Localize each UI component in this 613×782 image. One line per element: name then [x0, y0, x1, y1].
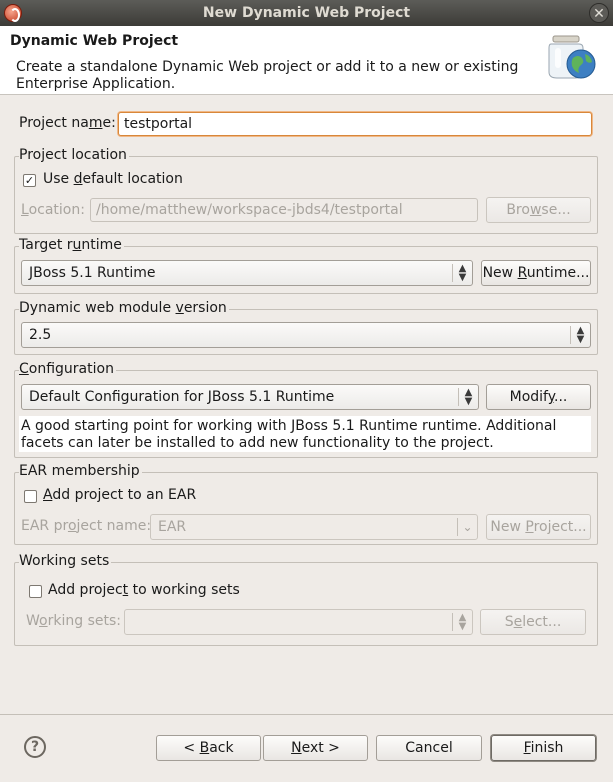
- add-to-ear-label[interactable]: Add project to an EAR: [43, 487, 196, 503]
- module-version-legend: Dynamic web module version: [19, 300, 229, 316]
- ear-project-name-label: EAR project name:: [21, 518, 152, 534]
- cancel-button[interactable]: Cancel: [376, 735, 482, 761]
- updown-arrows-icon: ▲ ▼: [458, 388, 478, 407]
- project-location-legend: Project location: [19, 147, 129, 163]
- footer-separator: [0, 714, 613, 715]
- location-input[interactable]: /home/matthew/workspace-jbds4/testportal: [90, 198, 478, 222]
- location-label: Location:: [21, 202, 85, 218]
- chevron-down-icon: ⌄: [457, 518, 477, 536]
- working-sets-legend: Working sets: [19, 553, 112, 569]
- use-default-location-checkbox[interactable]: ✓: [23, 174, 36, 187]
- target-runtime-legend: Target runtime: [19, 237, 124, 253]
- configuration-select[interactable]: Default Configuration for JBoss 5.1 Runt…: [21, 384, 479, 410]
- configuration-legend: Configuration: [19, 361, 116, 377]
- project-name-label: Project name:: [19, 115, 116, 131]
- window-title: New Dynamic Web Project: [202, 5, 411, 21]
- use-default-location-label[interactable]: Use default location: [43, 171, 183, 187]
- window-title-bar[interactable]: New Dynamic Web Project: [0, 0, 613, 26]
- updown-arrows-icon: ▲ ▼: [452, 264, 472, 283]
- updown-arrows-icon: ▲ ▼: [570, 326, 590, 345]
- help-button[interactable]: ?: [24, 736, 46, 758]
- web-project-jar-icon: [548, 35, 596, 79]
- wizard-page-title: Dynamic Web Project: [10, 33, 179, 49]
- wizard-page-description: Create a standalone Dynamic Web project …: [16, 59, 519, 92]
- add-to-working-sets-checkbox[interactable]: [29, 585, 42, 598]
- configuration-description: A good starting point for working with J…: [19, 416, 591, 452]
- select-working-sets-button[interactable]: Select...: [480, 609, 586, 635]
- eclipse-app-icon[interactable]: [4, 4, 22, 22]
- add-to-ear-checkbox[interactable]: [24, 490, 37, 503]
- working-sets-label: Working sets:: [26, 613, 121, 629]
- working-sets-select[interactable]: ▲ ▼: [124, 609, 473, 635]
- close-window-button[interactable]: ✕: [589, 3, 609, 23]
- module-version-select[interactable]: 2.5 ▲ ▼: [21, 322, 591, 348]
- new-runtime-button[interactable]: New Runtime...: [481, 260, 591, 286]
- add-to-working-sets-label[interactable]: Add project to working sets: [48, 582, 240, 598]
- ear-project-name-select[interactable]: EAR ⌄: [150, 514, 478, 540]
- browse-button[interactable]: Browse...: [486, 197, 591, 223]
- finish-button[interactable]: Finish: [491, 735, 596, 761]
- back-button[interactable]: < Back: [156, 735, 261, 761]
- next-button[interactable]: Next >: [263, 735, 368, 761]
- ear-membership-legend: EAR membership: [19, 463, 142, 479]
- help-icon: ?: [30, 739, 40, 755]
- project-name-input[interactable]: testportal: [118, 112, 592, 136]
- modify-button[interactable]: Modify...: [486, 384, 591, 410]
- updown-arrows-icon: ▲ ▼: [452, 613, 472, 632]
- new-ear-project-button[interactable]: New Project...: [486, 514, 591, 540]
- close-icon: ✕: [593, 6, 605, 22]
- target-runtime-select[interactable]: JBoss 5.1 Runtime ▲ ▼: [21, 260, 473, 286]
